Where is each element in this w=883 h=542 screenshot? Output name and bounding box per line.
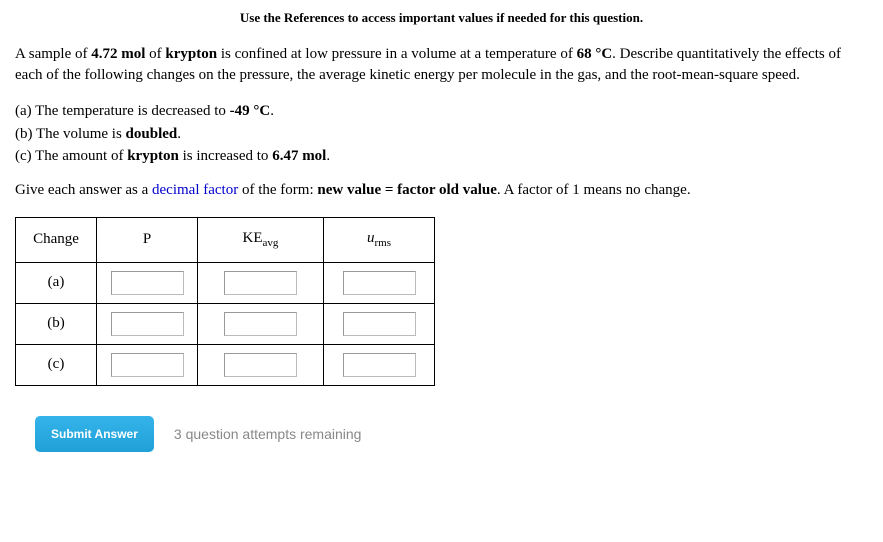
input-a-ke[interactable] (224, 271, 297, 295)
answer-format-hint: Give each answer as a decimal factor of … (15, 182, 868, 199)
part-c-value: 6.47 mol (272, 148, 326, 164)
part-c-gas: krypton (127, 148, 179, 164)
text: . (177, 126, 181, 142)
input-c-ke[interactable] (224, 353, 297, 377)
subscript: avg (263, 237, 279, 249)
gas-name: krypton (165, 46, 217, 62)
cell-b-u (324, 303, 435, 344)
row-label: (c) (16, 344, 97, 385)
parts-list: (a) The temperature is decreased to -49 … (15, 100, 868, 168)
text: of the form: (238, 182, 317, 198)
formula: new value = factor old value (317, 182, 497, 198)
part-b-value: doubled (126, 126, 178, 142)
decimal-factor-link: decimal factor (152, 182, 238, 198)
table-row: (a) (16, 262, 435, 303)
input-a-u[interactable] (343, 271, 416, 295)
header-p: P (97, 217, 198, 262)
input-c-p[interactable] (111, 353, 184, 377)
text: . (270, 103, 274, 119)
cell-b-p (97, 303, 198, 344)
cell-c-u (324, 344, 435, 385)
text: . A factor of 1 means no change. (497, 182, 691, 198)
text: A sample of (15, 46, 91, 62)
header-u: urms (324, 217, 435, 262)
cell-a-u (324, 262, 435, 303)
part-b: (b) The volume is doubled. (15, 123, 868, 146)
answer-table: Change P KEavg urms (a) (b) (c) (15, 217, 435, 386)
part-c: (c) The amount of krypton is increased t… (15, 145, 868, 168)
cell-a-p (97, 262, 198, 303)
text: (c) The amount of (15, 148, 127, 164)
table-row: (b) (16, 303, 435, 344)
cell-b-ke (198, 303, 324, 344)
part-a-value: -49 °C (230, 103, 271, 119)
text: is increased to (179, 148, 272, 164)
text: (a) The temperature is decreased to (15, 103, 230, 119)
cell-a-ke (198, 262, 324, 303)
table-row: (c) (16, 344, 435, 385)
temp-value: 68 °C (577, 46, 613, 62)
cell-c-p (97, 344, 198, 385)
text: u (367, 230, 375, 246)
text: . (326, 148, 330, 164)
input-b-u[interactable] (343, 312, 416, 336)
input-b-p[interactable] (111, 312, 184, 336)
subscript: rms (375, 237, 392, 249)
attempts-remaining: 3 question attempts remaining (174, 426, 362, 442)
input-c-u[interactable] (343, 353, 416, 377)
submit-answer-button[interactable]: Submit Answer (35, 416, 154, 452)
text: (b) The volume is (15, 126, 126, 142)
text: is confined at low pressure in a volume … (217, 46, 576, 62)
row-label: (b) (16, 303, 97, 344)
submit-row: Submit Answer 3 question attempts remain… (15, 416, 868, 452)
text: KE (243, 230, 263, 246)
mol-value: 4.72 mol (91, 46, 145, 62)
part-a: (a) The temperature is decreased to -49 … (15, 100, 868, 123)
header-change: Change (16, 217, 97, 262)
cell-c-ke (198, 344, 324, 385)
header-ke: KEavg (198, 217, 324, 262)
text: Give each answer as a (15, 182, 152, 198)
row-label: (a) (16, 262, 97, 303)
input-a-p[interactable] (111, 271, 184, 295)
input-b-ke[interactable] (224, 312, 297, 336)
problem-statement: A sample of 4.72 mol of krypton is confi… (15, 44, 868, 86)
reference-instruction: Use the References to access important v… (15, 10, 868, 26)
table-header-row: Change P KEavg urms (16, 217, 435, 262)
text: of (145, 46, 165, 62)
